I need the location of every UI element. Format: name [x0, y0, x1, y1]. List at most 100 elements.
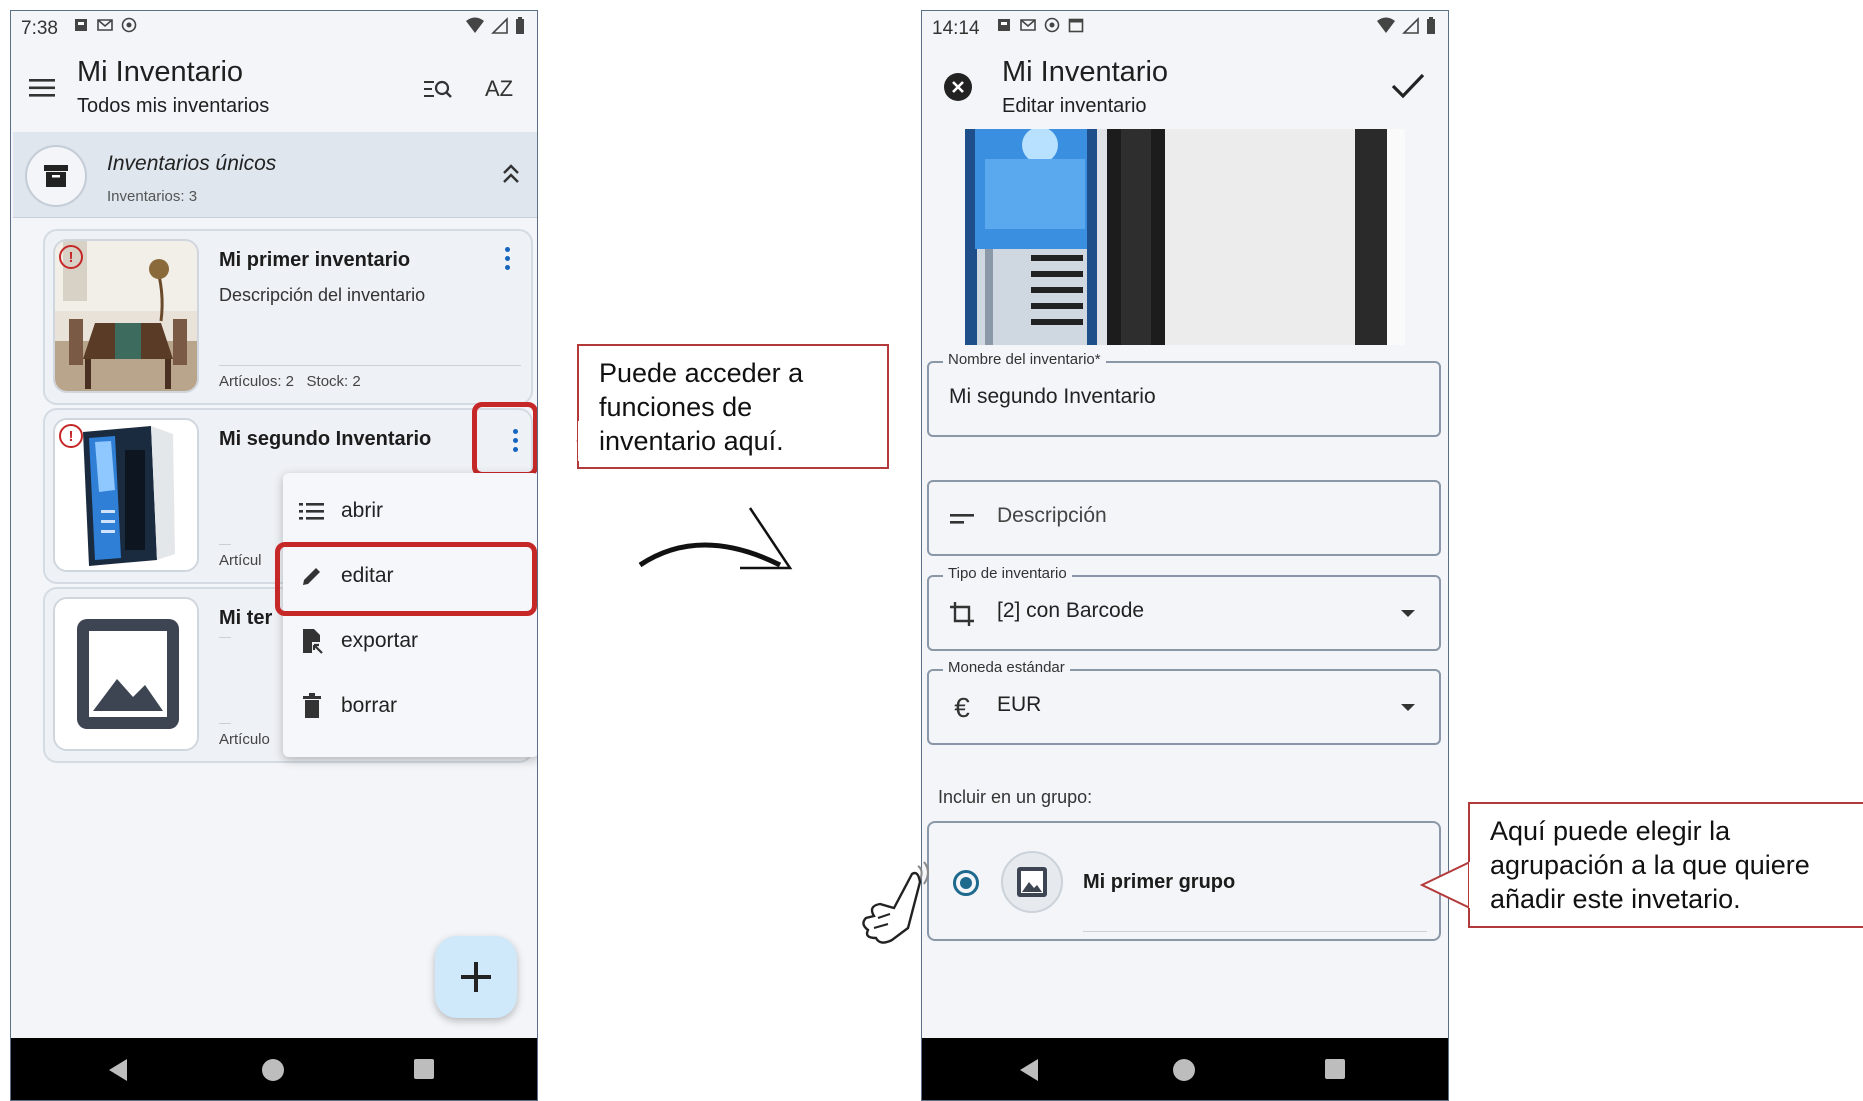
callout-seam	[1469, 862, 1473, 908]
wifi-icon	[466, 17, 484, 33]
callout-pointer	[1420, 860, 1472, 910]
warning-icon: !	[59, 245, 83, 269]
annotation-callout-group: Aquí puede elegir la agrupación a la que…	[1468, 802, 1863, 928]
annotation-callout-menu: Puede acceder a funciones de inventario …	[577, 344, 889, 469]
app-title: Mi Inventario	[77, 56, 244, 88]
currency-dropdown[interactable]: Moneda estándar € EUR	[927, 659, 1441, 745]
trash-icon	[297, 693, 327, 719]
notification-app-icon	[998, 19, 1010, 31]
warning-icon: !	[59, 424, 83, 448]
crop-barcode-icon	[947, 599, 977, 629]
archive-box-icon	[25, 145, 87, 207]
callout-seam	[578, 421, 582, 461]
field-value: Mi segundo Inventario	[949, 385, 1156, 408]
status-bar: 7:38	[11, 11, 537, 47]
flow-arrow-icon	[638, 507, 793, 570]
inventory-name-field[interactable]: Nombre del inventario* Mi segundo Invent…	[927, 351, 1441, 437]
sort-az-icon[interactable]: AZ	[481, 74, 517, 104]
back-nav-icon[interactable]	[1020, 1059, 1038, 1081]
inventory-photo-pc-case[interactable]	[965, 129, 1405, 345]
battery-icon	[516, 17, 524, 34]
group-header[interactable]: Inventarios únicos Inventarios: 3	[13, 132, 537, 218]
status-time: 14:14	[932, 18, 980, 39]
field-label: Nombre del inventario*	[943, 351, 1106, 368]
menu-item-exportar[interactable]: exportar	[283, 611, 537, 671]
signal-icon	[491, 17, 508, 34]
notes-icon	[947, 504, 977, 534]
gmail-icon	[1020, 19, 1036, 31]
notification-icons	[73, 17, 137, 33]
gmail-icon	[97, 19, 113, 31]
check-icon[interactable]	[1390, 69, 1426, 103]
status-bar: 14:14	[922, 11, 1448, 47]
card-meta: Artículos: 2 Stock: 2	[219, 373, 361, 390]
wifi-icon	[1377, 17, 1395, 33]
notification-app-icon	[75, 19, 87, 31]
home-nav-icon[interactable]	[1173, 1059, 1195, 1081]
search-list-icon[interactable]	[421, 74, 455, 104]
dropdown-arrow-icon	[1401, 704, 1415, 711]
menu-item-abrir[interactable]: abrir	[283, 481, 537, 541]
menu-label: abrir	[341, 499, 384, 522]
divider	[219, 637, 231, 638]
card-title: Mi segundo Inventario	[219, 428, 432, 450]
group-option[interactable]: Mi primer grupo	[927, 821, 1441, 941]
tutorial-figure: 7:38 Mi Inventario Todos mis inventarios…	[0, 0, 1863, 1101]
app-title: Mi Inventario	[1002, 56, 1169, 88]
inventory-type-dropdown[interactable]: Tipo de inventario [2] con Barcode	[927, 565, 1441, 651]
menu-label: exportar	[341, 629, 419, 652]
plus-icon	[461, 962, 491, 992]
recents-nav-icon[interactable]	[414, 1059, 434, 1079]
system-icons	[1376, 17, 1436, 35]
group-count: Inventarios: 3	[107, 188, 198, 205]
notification-icons	[996, 17, 1084, 33]
status-time: 7:38	[21, 18, 58, 39]
file-export-icon	[297, 628, 327, 654]
back-nav-icon[interactable]	[109, 1059, 127, 1081]
app-subtitle: Editar inventario	[1002, 95, 1147, 117]
menu-item-borrar[interactable]: borrar	[283, 676, 537, 736]
signal-icon	[1402, 17, 1419, 34]
sync-icon	[121, 17, 137, 33]
field-value: [2] con Barcode	[997, 599, 1145, 622]
card-meta: Artícul	[219, 552, 262, 569]
divider	[219, 544, 231, 545]
field-value: EUR	[997, 693, 1042, 716]
card-meta: Artículo	[219, 731, 270, 748]
close-circle-icon[interactable]	[942, 71, 974, 103]
inventory-thumbnail-placeholder	[53, 597, 199, 751]
divider	[1083, 931, 1427, 932]
include-group-label: Incluir en un grupo:	[938, 787, 1093, 807]
add-inventory-button[interactable]	[435, 936, 517, 1018]
field-label: Moneda estándar	[943, 659, 1070, 676]
android-nav-bar	[11, 1038, 537, 1100]
highlight-editar	[275, 542, 537, 616]
recents-nav-icon[interactable]	[1325, 1059, 1345, 1079]
group-radio-button[interactable]	[953, 870, 979, 896]
card-title: Mi primer inventario	[219, 249, 411, 271]
battery-icon	[1427, 17, 1435, 34]
dropdown-arrow-icon	[1401, 610, 1415, 617]
image-placeholder-icon	[1001, 851, 1063, 913]
menu-icon[interactable]	[27, 73, 57, 103]
phone-screen-edit-inventory: 14:14 Mi Inventario Editar inventario No…	[921, 10, 1449, 1101]
list-icon	[297, 498, 327, 524]
highlight-more-options	[472, 402, 537, 477]
phone-screen-inventory-list: 7:38 Mi Inventario Todos mis inventarios…	[10, 10, 538, 1101]
group-name: Mi primer grupo	[1083, 871, 1236, 893]
card-description: Descripción del inventario	[219, 285, 426, 305]
menu-label: borrar	[341, 694, 398, 717]
tap-hand-icon	[862, 861, 929, 944]
app-subtitle: Todos mis inventarios	[77, 95, 270, 117]
home-nav-icon[interactable]	[262, 1059, 284, 1081]
calendar-icon	[1068, 18, 1084, 33]
collapse-chevrons-icon[interactable]	[499, 162, 523, 186]
sync-icon	[1044, 17, 1060, 33]
field-label: Tipo de inventario	[943, 565, 1072, 582]
field-placeholder: Descripción	[997, 504, 1107, 527]
description-field[interactable]: Descripción	[927, 480, 1441, 556]
inventory-card[interactable]: ! Mi primer inventario Descripción del i…	[43, 229, 533, 405]
more-options-icon[interactable]	[503, 247, 511, 270]
divider	[219, 723, 231, 724]
euro-icon: €	[954, 692, 970, 723]
